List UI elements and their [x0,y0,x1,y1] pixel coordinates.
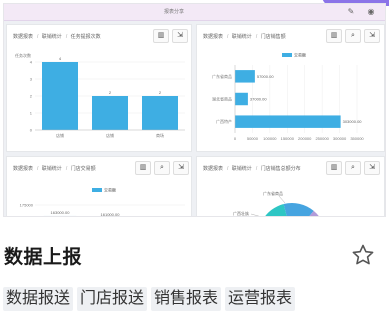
data-label: 37000.00 [250,97,267,102]
y-tick-label: 175000 [20,203,34,208]
x-tick-label: 300000 [333,136,347,141]
card-title[interactable]: 数据上报 [4,242,82,269]
data-label: 2 [159,90,162,95]
y-tick-label: 广东省商品 [212,73,232,79]
x-tick-label: 0 [234,136,237,141]
tag-list: 数据报送 门店报送 销售报表 运营报表 [3,287,296,311]
x-tick-label: 店铺 [106,132,114,138]
y-tick-label: 0 [30,128,33,133]
chart-store-transactions: 交易额175000150000163000.00161000.00158000.… [20,187,185,217]
y-axis-label: 任务次数 [15,52,31,58]
x-tick-label: 50000 [247,136,259,141]
pie-slice [283,203,314,216]
y-tick-label: 3 [30,77,33,82]
legend-swatch [92,188,102,192]
x-tick-label: 250000 [315,136,329,141]
data-label: 57000.00 [257,74,274,79]
preview-title: 报表分享 [164,9,185,15]
preview-topbar: 报表分享 ✎ ◉ [4,4,385,21]
slice-label: 广西壮族 [233,210,249,216]
tag[interactable]: 门店报送 [77,287,148,311]
bar [235,115,341,128]
slice-leader [278,195,286,204]
legend-label: 交易额 [294,52,306,58]
chart-store-sales: 交易额0 50000 100000 150000 200000 250000 300000 3… [212,52,364,142]
star-outline-icon[interactable] [351,243,375,267]
tag[interactable]: 数据报送 [3,287,74,311]
bar [42,62,78,130]
slice-leader [250,213,260,216]
x-tick-label: 150000 [281,136,295,141]
bar [142,96,178,130]
y-tick-label: 广西特产 [216,118,232,124]
data-label: 163000.00 [51,210,71,215]
x-tick-label: 350000 [350,136,364,141]
edit-icon[interactable]: ✎ [346,7,356,17]
y-tick-label: 2 [30,94,33,99]
x-tick-label: 商场 [156,132,164,138]
legend-label: 交易额 [104,187,116,193]
chart-sales-distribution: 广东省商品广西壮族 [233,190,319,216]
y-tick-label: 4 [30,60,33,65]
tag[interactable]: 运营报表 [225,287,296,311]
data-label: 161000.00 [101,212,121,217]
panel-store-sales: 数据报表 / 联销统计 / 门店销售额 ▥ ⌕ ⇲ 交易额 0 50000 100000 1… [196,24,385,152]
y-tick-label: 湖北省商品 [212,96,232,102]
bar [43,215,77,216]
panel-sales-distribution: 数据报表 / 联销统计 / 门店销售总额分布 ▥ ⌕ ⇲ 广东省商品 广西壮族 [196,156,385,216]
eye-icon[interactable]: ◉ [366,7,376,17]
x-tick-label: 200000 [298,136,312,141]
data-label: 158000.00 [151,215,171,217]
data-label: 303000.00 [343,119,363,124]
y-tick-label: 1 [30,111,33,116]
panel-store-transactions: 数据报表/ 联销统计/ 门店交易额 ▥ ⌕ ⇲ 交易额1750001500001… [6,156,192,217]
bar [235,70,255,83]
bar [235,92,248,106]
legend-swatch [282,53,292,57]
report-preview[interactable]: 报表分享 ✎ ◉ 数据报表 / 联销统计 / 任务提报次数 ▥ ⇲ 任务次数 0 1 2 3… [3,3,386,217]
x-tick-label: 店铺 [56,132,64,138]
slice-label: 广东省商品 [263,190,283,196]
x-tick-label: 100000 [263,136,277,141]
bar [92,96,128,130]
panel-task-count: 数据报表 / 联销统计 / 任务提报次数 ▥ ⇲ 任务次数 0 1 2 3 4 4 店铺 2 店铺 2 商… [6,24,192,152]
data-label: 4 [59,56,62,61]
tag[interactable]: 销售报表 [151,287,222,311]
data-label: 2 [109,90,112,95]
chart-task-count: 任务次数 0 1 2 3 4 4 店铺 2 店铺 2 商场 [15,52,185,138]
